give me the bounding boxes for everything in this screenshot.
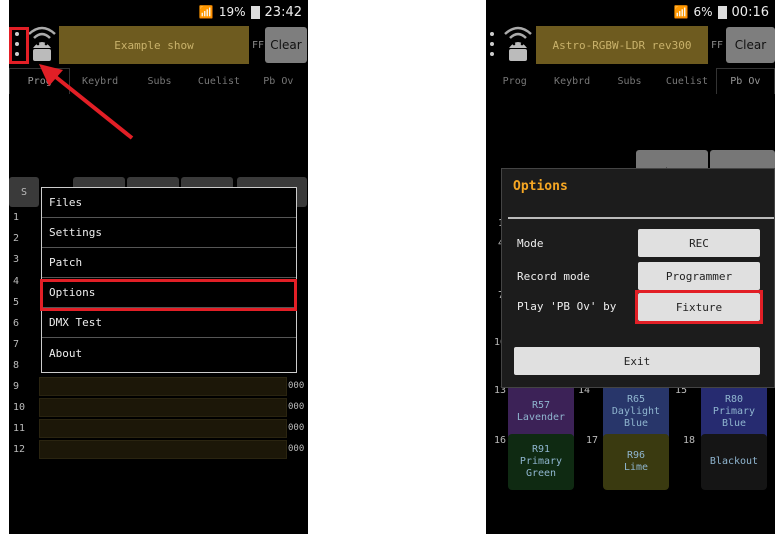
- options-dialog: Options Mode REC Record mode Programmer …: [501, 168, 775, 388]
- highlight-options-item: [40, 279, 297, 311]
- tile-line: Green: [525, 468, 557, 479]
- ff-label: FF: [252, 40, 265, 51]
- row-number: 11: [13, 423, 26, 434]
- tab-pb-ov[interactable]: Pb Ov: [715, 68, 775, 94]
- row-number: 12: [13, 444, 26, 455]
- tile-line: Primary: [519, 456, 563, 467]
- exit-button[interactable]: Exit: [514, 347, 760, 375]
- row-number: 3: [13, 254, 20, 265]
- battery-percent: 6%: [693, 5, 713, 19]
- row-number: 4: [13, 276, 20, 287]
- overflow-menu-icon[interactable]: [487, 29, 497, 59]
- clear-button[interactable]: Clear: [726, 27, 775, 63]
- menu-item-files[interactable]: Files: [42, 188, 296, 218]
- channel-bar[interactable]: [39, 440, 287, 459]
- tile-number: 18: [683, 435, 696, 446]
- show-name-field[interactable]: Astro-RGBW-LDR rev300: [536, 26, 708, 64]
- dialog-divider: [508, 217, 774, 219]
- playback-tile-primary-blue[interactable]: R80 Primary Blue: [701, 384, 767, 440]
- playback-tile-primary-green[interactable]: R91 Primary Green: [508, 434, 574, 490]
- tab-bar: Prog Keybrd Subs Cuelist Pb Ov: [486, 68, 775, 94]
- right-phone-screen: 📶 6% 00:16 Astro-RGBW-LDR rev300 FF Clea…: [486, 0, 775, 534]
- tile-line: Daylight: [611, 406, 661, 417]
- record-mode-label: Record mode: [517, 270, 590, 283]
- row-number: 5: [13, 297, 20, 308]
- menu-item-about[interactable]: About: [42, 338, 296, 368]
- row-number: 9: [13, 381, 20, 392]
- tile-line: Blackout: [709, 456, 759, 467]
- clock: 00:16: [731, 4, 769, 20]
- highlight-menu-button: [9, 27, 29, 64]
- wifi-icon: 📶: [673, 5, 689, 19]
- red-arrow-icon: [39, 64, 134, 140]
- status-bar: 📶 19% 23:42: [199, 0, 302, 24]
- clear-button[interactable]: Clear: [265, 27, 307, 63]
- tile-line: R80: [724, 394, 744, 405]
- tile-line: R96: [626, 450, 646, 461]
- battery-percent: 19%: [218, 5, 246, 19]
- ff-label: FF: [711, 40, 724, 51]
- highlight-fixture-button: [635, 290, 763, 324]
- tab-keybrd[interactable]: Keybrd: [543, 68, 600, 94]
- tile-line: Lavender: [516, 412, 566, 423]
- tile-line: Lime: [623, 462, 649, 473]
- row-value: 000: [288, 423, 305, 433]
- row-number: 2: [13, 233, 20, 244]
- tile-line: Blue: [623, 418, 649, 429]
- tile-line: Blue: [721, 418, 747, 429]
- tile-line: R65: [626, 394, 646, 405]
- channel-bar[interactable]: [39, 419, 287, 438]
- menu-item-dmx-test[interactable]: DMX Test: [42, 308, 296, 338]
- row-number: 8: [13, 360, 20, 371]
- tab-prog[interactable]: Prog: [486, 68, 543, 94]
- channel-bar[interactable]: [39, 398, 287, 417]
- tab-cuelist[interactable]: Cuelist: [658, 68, 715, 94]
- wifi-icon: 📶: [198, 5, 214, 19]
- row-value: 000: [288, 381, 305, 391]
- tile-line: Primary: [712, 406, 756, 417]
- tab-subs[interactable]: Subs: [601, 68, 658, 94]
- tab-pb-ov[interactable]: Pb Ov: [249, 68, 308, 94]
- partial-button[interactable]: S: [9, 177, 39, 207]
- playback-tile-lavender[interactable]: R57 Lavender: [508, 384, 574, 440]
- row-number: 1: [13, 212, 20, 223]
- play-pb-ov-label: Play 'PB Ov' by: [517, 300, 617, 313]
- clock: 23:42: [264, 4, 302, 20]
- android-wifi-icon: [28, 26, 56, 61]
- status-bar: 📶 6% 00:16: [674, 0, 769, 24]
- dialog-title: Options: [513, 179, 568, 194]
- record-mode-button[interactable]: Programmer: [638, 262, 760, 290]
- row-number: 6: [13, 318, 20, 329]
- row-number: 10: [13, 402, 26, 413]
- battery-icon: [717, 5, 727, 19]
- channel-bar[interactable]: [39, 377, 287, 396]
- playback-tile-blackout[interactable]: Blackout: [701, 434, 767, 490]
- tile-number: 16: [494, 435, 507, 446]
- mode-button[interactable]: REC: [638, 229, 760, 257]
- row-number: 7: [13, 339, 20, 350]
- menu-item-settings[interactable]: Settings: [42, 218, 296, 248]
- battery-icon: [250, 5, 260, 19]
- tab-subs[interactable]: Subs: [130, 68, 189, 94]
- row-value: 000: [288, 444, 305, 454]
- mode-label: Mode: [517, 237, 544, 250]
- tile-line: R91: [531, 444, 551, 455]
- tab-cuelist[interactable]: Cuelist: [189, 68, 248, 94]
- playback-tile-lime[interactable]: R96 Lime: [603, 434, 669, 490]
- android-wifi-icon: [504, 26, 532, 61]
- left-phone-screen: 📶 19% 23:42 Example show FF Clear Prog K…: [9, 0, 308, 534]
- tile-line: R57: [531, 400, 551, 411]
- row-value: 000: [288, 402, 305, 412]
- playback-tile-daylight-blue[interactable]: R65 Daylight Blue: [603, 384, 669, 440]
- menu-item-patch[interactable]: Patch: [42, 248, 296, 278]
- show-name-field[interactable]: Example show: [59, 26, 249, 64]
- tile-number: 17: [586, 435, 599, 446]
